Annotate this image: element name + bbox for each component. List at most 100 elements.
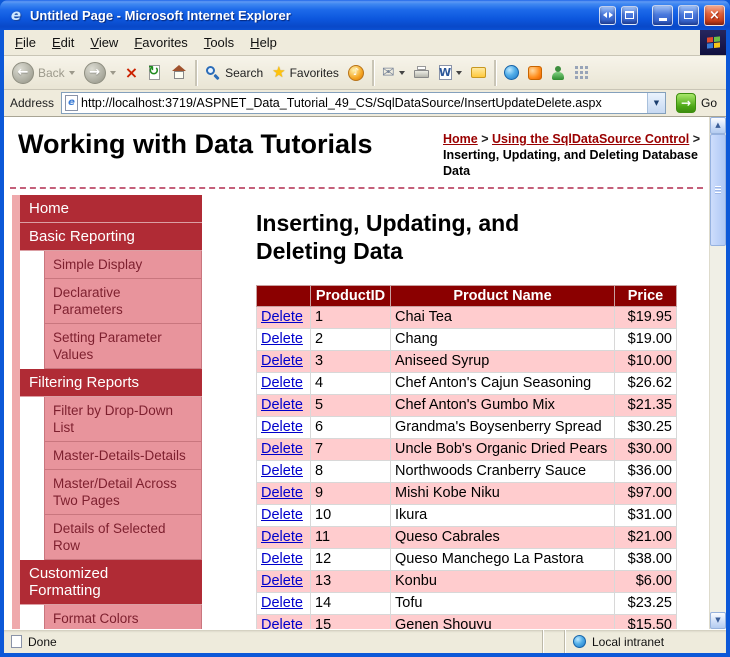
col-header-productid: ProductID: [310, 285, 391, 307]
menu-item[interactable]: Edit: [44, 31, 82, 54]
delete-cell: Delete: [256, 504, 311, 527]
msn-button[interactable]: [524, 64, 546, 82]
favorites-button[interactable]: ★ Favorites: [268, 63, 343, 82]
scroll-up-button[interactable]: ▲: [710, 117, 726, 134]
minimize-button[interactable]: [652, 4, 673, 26]
zone-panel: Local intranet: [564, 630, 726, 653]
delete-link[interactable]: Delete: [261, 529, 303, 545]
scrollbar-track[interactable]: [710, 134, 726, 612]
sidebar-item[interactable]: Format Colors: [44, 605, 202, 629]
product-price-cell: $30.00: [614, 438, 677, 461]
sidebar-item[interactable]: Details of Selected Row: [44, 515, 202, 560]
go-button[interactable]: → Go: [673, 93, 720, 113]
sidebar-item[interactable]: Basic Reporting: [20, 223, 202, 251]
sidebar-item[interactable]: Customized Formatting: [20, 560, 202, 605]
menu-item[interactable]: Tools: [196, 31, 242, 54]
print-button[interactable]: [410, 64, 434, 81]
messenger-button[interactable]: [547, 64, 569, 82]
delete-link[interactable]: Delete: [261, 353, 303, 369]
delete-link[interactable]: Delete: [261, 463, 303, 479]
home-icon: [171, 65, 187, 80]
mail-button[interactable]: ✉: [378, 63, 409, 82]
scroll-down-icon: ▼: [715, 616, 721, 624]
page-heading: Inserting, Updating, and Deleting Data: [256, 210, 520, 264]
table-row: Delete 2 Chang $19.00: [256, 328, 677, 351]
quick-launch-button[interactable]: [570, 63, 593, 82]
vertical-scrollbar[interactable]: ▲ ▼: [709, 117, 726, 629]
sidebar-item[interactable]: Master-Details-Details: [44, 442, 202, 470]
breadcrumb-current: Inserting, Updating, and Deleting Databa…: [443, 148, 698, 178]
delete-link[interactable]: Delete: [261, 617, 303, 629]
product-name-cell: Mishi Kobe Niku: [390, 482, 615, 505]
titlebar-extra-button-2[interactable]: [621, 5, 638, 25]
refresh-button[interactable]: ↻: [143, 62, 166, 83]
forward-button[interactable]: →: [80, 60, 120, 86]
menu-item[interactable]: File: [7, 31, 44, 54]
product-price-cell: $38.00: [614, 548, 677, 571]
titlebar[interactable]: e Untitled Page - Microsoft Internet Exp…: [0, 0, 730, 30]
main-content: Inserting, Updating, and Deleting Data P…: [202, 195, 709, 629]
go-icon: →: [675, 93, 696, 113]
delete-link[interactable]: Delete: [261, 309, 303, 325]
sidebar-item[interactable]: Setting Parameter Values: [44, 324, 202, 369]
sidebar-item[interactable]: Filtering Reports: [20, 369, 202, 397]
back-label: Back: [38, 65, 65, 80]
delete-link[interactable]: Delete: [261, 441, 303, 457]
sidebar-item[interactable]: Declarative Parameters: [44, 279, 202, 324]
scroll-down-button[interactable]: ▼: [710, 612, 726, 629]
titlebar-extra-button-1[interactable]: [599, 5, 616, 25]
refresh-icon: ↻: [148, 64, 161, 80]
breadcrumb-home-link[interactable]: Home: [443, 132, 478, 146]
discuss-button[interactable]: [467, 65, 490, 80]
stop-icon: ×: [124, 62, 139, 82]
delete-link[interactable]: Delete: [261, 485, 303, 501]
content-area: Working with Data Tutorials Home > Using…: [4, 117, 726, 629]
product-name-cell: Chang: [390, 328, 615, 351]
print-icon: [413, 66, 430, 79]
forward-dropdown-icon: [109, 70, 116, 75]
home-button[interactable]: [167, 63, 191, 82]
product-price-cell: $21.35: [614, 394, 677, 417]
page-icon: e: [65, 95, 79, 111]
delete-link[interactable]: Delete: [261, 375, 303, 391]
menu-item[interactable]: Favorites: [126, 31, 195, 54]
table-row: Delete 8 Northwoods Cranberry Sauce $36.…: [256, 460, 677, 483]
media-button[interactable]: ♪: [344, 63, 368, 83]
product-price-cell: $97.00: [614, 482, 677, 505]
delete-link[interactable]: Delete: [261, 419, 303, 435]
product-id-cell: 11: [310, 526, 391, 549]
delete-link[interactable]: Delete: [261, 551, 303, 567]
globe-button[interactable]: [500, 63, 523, 82]
col-header-product-name: Product Name: [390, 285, 615, 307]
menu-item[interactable]: View: [82, 31, 126, 54]
delete-link[interactable]: Delete: [261, 331, 303, 347]
search-button[interactable]: Search: [201, 63, 267, 83]
address-label: Address: [10, 96, 55, 110]
sidebar-item[interactable]: Simple Display: [44, 251, 202, 279]
address-input[interactable]: [78, 96, 647, 110]
back-button[interactable]: ← Back: [8, 60, 79, 86]
address-dropdown-button[interactable]: ▼: [646, 93, 665, 113]
delete-link[interactable]: Delete: [261, 397, 303, 413]
stop-button[interactable]: ×: [121, 63, 142, 83]
breadcrumb-section-link[interactable]: Using the SqlDataSource Control: [492, 132, 689, 146]
delete-link[interactable]: Delete: [261, 573, 303, 589]
globe-icon: [503, 65, 519, 80]
delete-link[interactable]: Delete: [261, 595, 303, 611]
delete-cell: Delete: [256, 614, 311, 629]
edit-button[interactable]: W: [435, 63, 466, 82]
status-text: Done: [28, 634, 57, 649]
sidebar-item[interactable]: Filter by Drop-Down List: [44, 397, 202, 442]
scrollbar-thumb[interactable]: [710, 134, 726, 246]
product-id-cell: 7: [310, 438, 391, 461]
close-button[interactable]: ×: [704, 4, 725, 26]
delete-cell: Delete: [256, 372, 311, 395]
maximize-button[interactable]: [678, 4, 699, 26]
menu-item[interactable]: Help: [242, 31, 285, 54]
product-id-cell: 12: [310, 548, 391, 571]
product-id-cell: 15: [310, 614, 391, 629]
sidebar-item[interactable]: Master/Detail Across Two Pages: [44, 470, 202, 515]
sidebar-item[interactable]: Home: [20, 195, 202, 223]
product-price-cell: $21.00: [614, 526, 677, 549]
delete-link[interactable]: Delete: [261, 507, 303, 523]
